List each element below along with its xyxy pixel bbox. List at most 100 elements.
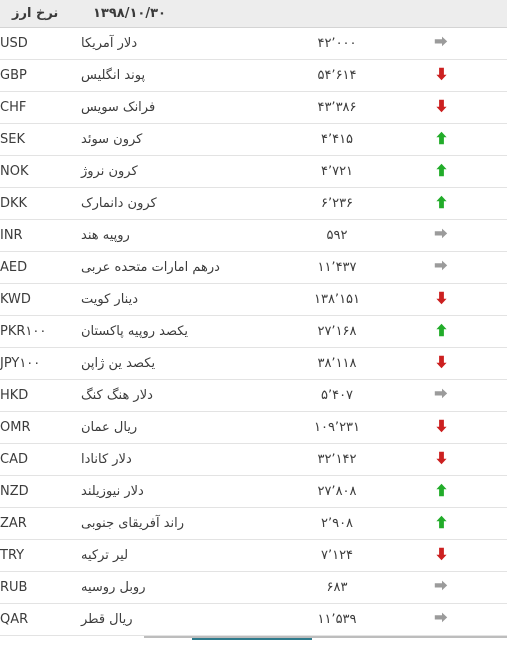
rss-icon[interactable] bbox=[457, 132, 473, 148]
chart-icon[interactable] bbox=[373, 388, 390, 403]
rss-cell[interactable] bbox=[423, 348, 507, 380]
rss-cell[interactable] bbox=[423, 188, 507, 220]
chart-cell[interactable] bbox=[339, 188, 423, 220]
table-row[interactable]: ۱۰۹٬۲۳۱ریال عمانOMR bbox=[0, 412, 507, 444]
chart-icon[interactable] bbox=[373, 420, 390, 435]
rss-cell[interactable] bbox=[423, 60, 507, 92]
chart-icon[interactable] bbox=[373, 68, 390, 83]
table-row[interactable]: ۶٬۲۳۶کرون دانمارکDKK bbox=[0, 188, 507, 220]
currency-name: کرون نروژ bbox=[0, 156, 131, 188]
rss-icon[interactable] bbox=[457, 452, 473, 468]
chart-icon[interactable] bbox=[373, 484, 390, 499]
chart-cell[interactable] bbox=[339, 380, 423, 412]
chart-icon[interactable] bbox=[373, 548, 390, 563]
chart-cell[interactable] bbox=[339, 316, 423, 348]
rss-cell[interactable] bbox=[423, 92, 507, 124]
chart-icon[interactable] bbox=[373, 516, 390, 531]
rss-cell[interactable] bbox=[423, 508, 507, 540]
table-row[interactable]: ۱۱٬۵۳۹ریال قطرQAR bbox=[0, 604, 507, 636]
chart-cell[interactable] bbox=[339, 220, 423, 252]
chart-icon[interactable] bbox=[373, 260, 390, 275]
rss-cell[interactable] bbox=[423, 220, 507, 252]
rss-icon[interactable] bbox=[457, 164, 473, 180]
chart-cell[interactable] bbox=[339, 60, 423, 92]
chart-cell[interactable] bbox=[339, 572, 423, 604]
table-row[interactable]: ۴٬۴۱۵کرون سوئدSEK bbox=[0, 124, 507, 156]
arrow-right-icon bbox=[291, 227, 304, 241]
chart-cell[interactable] bbox=[339, 476, 423, 508]
rss-icon[interactable] bbox=[457, 516, 473, 532]
rss-icon[interactable] bbox=[457, 388, 473, 404]
chart-cell[interactable] bbox=[339, 412, 423, 444]
table-row[interactable]: ۲۷٬۱۶۸یکصد روپیه پاکستانPKR۱۰۰ bbox=[0, 316, 507, 348]
rss-cell[interactable] bbox=[423, 540, 507, 572]
rate-value: ۵٬۴۰۷ bbox=[131, 380, 255, 412]
table-row[interactable]: ۵۴٬۶۱۴پوند انگلیسGBP bbox=[0, 60, 507, 92]
trend-cell bbox=[255, 508, 339, 540]
rss-icon[interactable] bbox=[457, 324, 473, 340]
chart-cell[interactable] bbox=[339, 28, 423, 60]
rss-cell[interactable] bbox=[423, 124, 507, 156]
table-row[interactable]: ۴۳٬۳۸۶فرانک سویسCHF bbox=[0, 92, 507, 124]
rss-icon[interactable] bbox=[457, 100, 473, 116]
rss-icon[interactable] bbox=[457, 612, 473, 628]
rate-value: ۳۲٬۱۴۲ bbox=[131, 444, 255, 476]
chart-cell[interactable] bbox=[339, 540, 423, 572]
rss-icon[interactable] bbox=[457, 484, 473, 500]
rss-icon[interactable] bbox=[457, 420, 473, 436]
rss-cell[interactable] bbox=[423, 380, 507, 412]
rss-icon[interactable] bbox=[457, 228, 473, 244]
chart-cell[interactable] bbox=[339, 124, 423, 156]
table-row[interactable]: ۱۳۸٬۱۵۱دینار کویتKWD bbox=[0, 284, 507, 316]
chart-cell[interactable] bbox=[339, 444, 423, 476]
rss-icon[interactable] bbox=[457, 68, 473, 84]
chart-icon[interactable] bbox=[373, 324, 390, 339]
table-row[interactable]: ۳۲٬۱۴۲دلار کاناداCAD bbox=[0, 444, 507, 476]
table-row[interactable]: ۱۱٬۴۳۷درهم امارات متحده عربیAED bbox=[0, 252, 507, 284]
chart-icon[interactable] bbox=[373, 580, 390, 595]
rss-cell[interactable] bbox=[423, 156, 507, 188]
rss-cell[interactable] bbox=[423, 604, 507, 636]
table-row[interactable]: ۲٬۹۰۸راند آفریقای جنوبیZAR bbox=[0, 508, 507, 540]
table-row[interactable]: ۶۸۳روبل روسیهRUB bbox=[0, 572, 507, 604]
rss-icon[interactable] bbox=[457, 260, 473, 276]
table-row[interactable]: ۳۸٬۱۱۸یکصد ین ژاپنJPY۱۰۰ bbox=[0, 348, 507, 380]
chart-icon[interactable] bbox=[373, 452, 390, 467]
chart-cell[interactable] bbox=[339, 604, 423, 636]
chart-icon[interactable] bbox=[373, 356, 390, 371]
table-row[interactable]: ۵۹۲روپیه هندINR bbox=[0, 220, 507, 252]
rss-icon[interactable] bbox=[457, 580, 473, 596]
chart-icon[interactable] bbox=[373, 100, 390, 115]
table-row[interactable]: ۵٬۴۰۷دلار هنگ کنگHKD bbox=[0, 380, 507, 412]
chart-icon[interactable] bbox=[373, 36, 390, 51]
rss-icon[interactable] bbox=[457, 292, 473, 308]
chart-icon[interactable] bbox=[373, 292, 390, 307]
table-row[interactable]: ۷٬۱۲۴لیر ترکیهTRY bbox=[0, 540, 507, 572]
rss-icon[interactable] bbox=[457, 196, 473, 212]
chart-icon[interactable] bbox=[373, 612, 390, 627]
rss-cell[interactable] bbox=[423, 252, 507, 284]
chart-cell[interactable] bbox=[339, 348, 423, 380]
chart-cell[interactable] bbox=[339, 284, 423, 316]
chart-icon[interactable] bbox=[373, 164, 390, 179]
chart-icon[interactable] bbox=[373, 196, 390, 211]
chart-cell[interactable] bbox=[339, 508, 423, 540]
rss-cell[interactable] bbox=[423, 412, 507, 444]
rss-icon[interactable] bbox=[457, 548, 473, 564]
chart-cell[interactable] bbox=[339, 156, 423, 188]
rss-cell[interactable] bbox=[423, 28, 507, 60]
rss-icon[interactable] bbox=[457, 356, 473, 372]
rss-cell[interactable] bbox=[423, 444, 507, 476]
rss-icon[interactable] bbox=[457, 36, 473, 52]
chart-icon[interactable] bbox=[373, 228, 390, 243]
rss-cell[interactable] bbox=[423, 572, 507, 604]
table-row[interactable]: ۲۷٬۸۰۸دلار نیوزیلندNZD bbox=[0, 476, 507, 508]
table-row[interactable]: ۴۲٬۰۰۰دلار آمریکاUSD bbox=[0, 28, 507, 60]
chart-cell[interactable] bbox=[339, 252, 423, 284]
rss-cell[interactable] bbox=[423, 316, 507, 348]
table-row[interactable]: ۴٬۷۲۱کرون نروژNOK bbox=[0, 156, 507, 188]
rss-cell[interactable] bbox=[423, 284, 507, 316]
chart-icon[interactable] bbox=[373, 132, 390, 147]
rss-cell[interactable] bbox=[423, 476, 507, 508]
chart-cell[interactable] bbox=[339, 92, 423, 124]
